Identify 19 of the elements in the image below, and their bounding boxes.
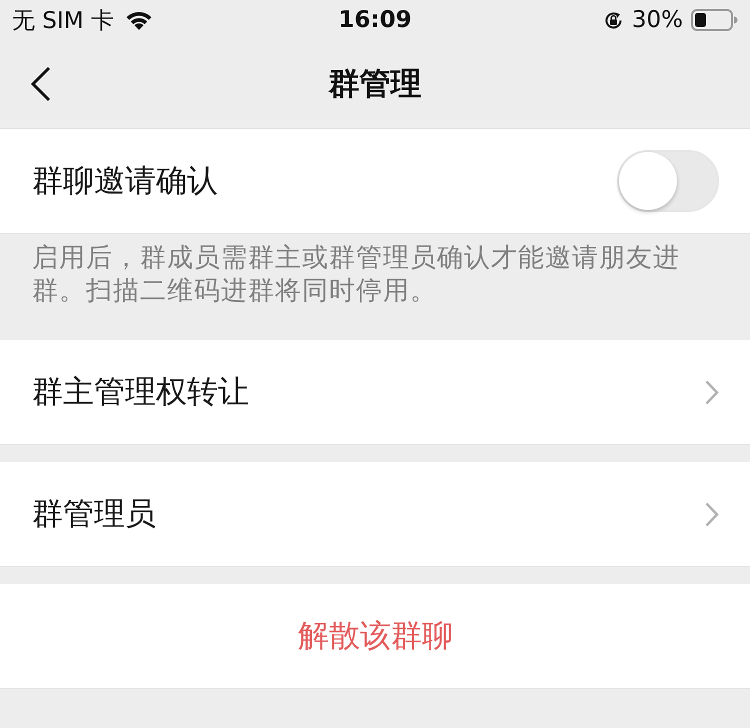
row-label: 群管理员	[32, 495, 156, 534]
toggle-switch[interactable]	[617, 150, 719, 212]
battery-icon	[691, 9, 738, 31]
time-text: 16:09	[338, 7, 412, 33]
description-text: 启用后，群成员需群主或群管理员确认才能邀请朋友进群。扫描二维码进群将同时停用。	[32, 242, 681, 308]
menu-row[interactable]: 群主管理权转让	[0, 340, 750, 445]
row-label: 群主管理权转让	[32, 373, 249, 412]
chevron-right-icon	[705, 502, 719, 526]
wifi-icon	[124, 9, 154, 31]
chevron-right-icon	[705, 380, 719, 404]
back-button[interactable]	[30, 66, 52, 102]
carrier-text: 无 SIM 卡	[12, 6, 114, 36]
row-label: 群聊邀请确认	[32, 162, 218, 201]
menu-row[interactable]: 群管理员	[0, 462, 750, 567]
rotation-lock-icon	[602, 10, 624, 30]
back-icon	[30, 66, 52, 102]
battery-percent: 30%	[632, 7, 683, 33]
dissolve-group-button[interactable]: 解散该群聊	[298, 615, 453, 657]
page-title: 群管理	[328, 65, 422, 104]
